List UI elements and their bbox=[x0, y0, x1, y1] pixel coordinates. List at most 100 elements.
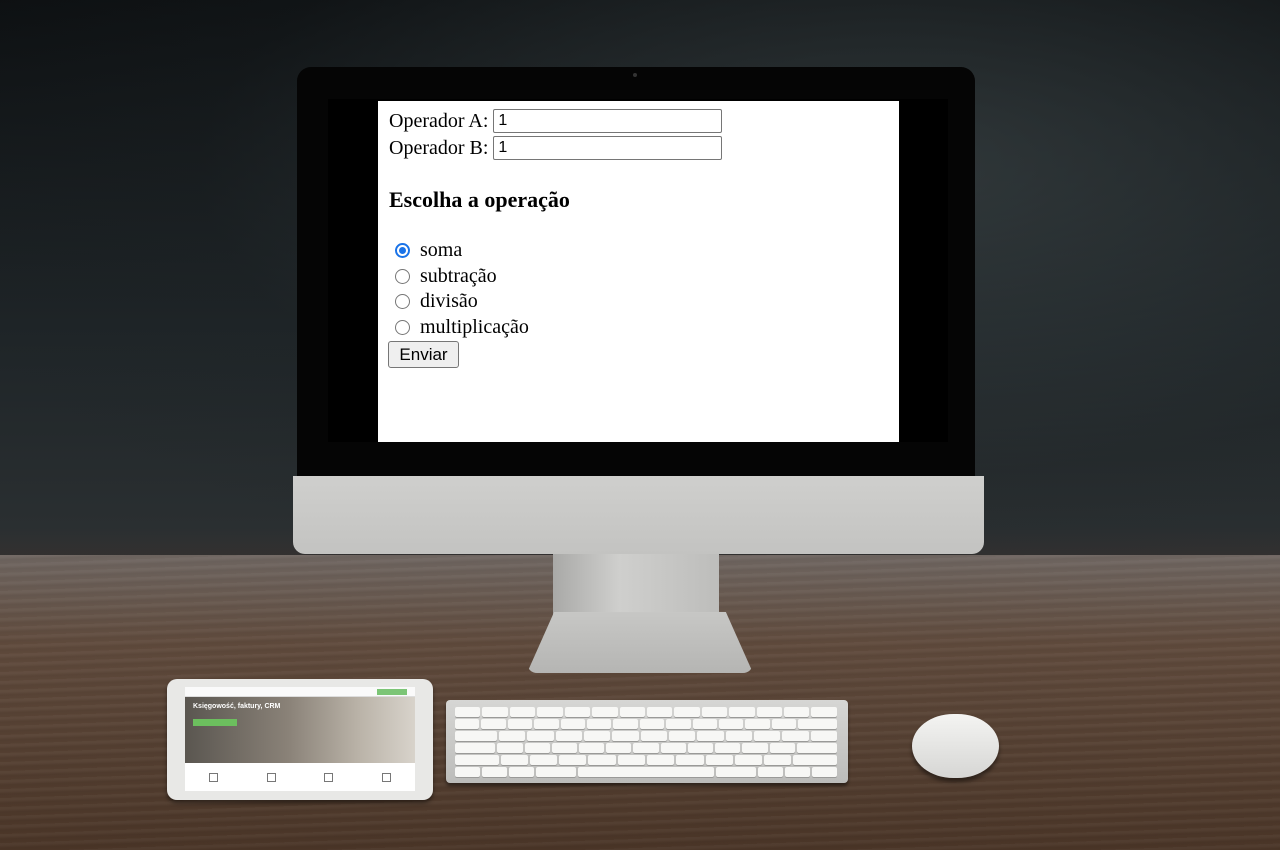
edit-icon bbox=[324, 772, 334, 782]
operand-b-row: Operador B: 1 bbox=[389, 135, 723, 161]
key bbox=[810, 731, 838, 741]
key bbox=[674, 707, 700, 717]
submit-button[interactable]: Enviar bbox=[388, 341, 459, 368]
tablet-hero-title: Księgowość, faktury, CRM bbox=[193, 703, 281, 710]
key bbox=[507, 719, 533, 729]
radio-label-subtracao: subtração bbox=[420, 264, 497, 287]
key bbox=[646, 755, 675, 765]
key bbox=[758, 767, 784, 777]
operation-heading: Escolha a operação bbox=[389, 187, 570, 212]
key bbox=[764, 755, 792, 765]
operand-b-input[interactable]: 1 bbox=[493, 136, 723, 160]
key bbox=[588, 755, 616, 765]
key bbox=[697, 731, 724, 741]
keyboard-row bbox=[455, 755, 839, 765]
keyboard bbox=[446, 700, 848, 783]
key bbox=[455, 707, 481, 717]
key bbox=[769, 743, 795, 753]
key bbox=[455, 755, 499, 765]
radio-multiplicacao[interactable] bbox=[395, 319, 410, 335]
key bbox=[782, 731, 809, 741]
key bbox=[613, 719, 638, 729]
operand-a-input[interactable]: 1 bbox=[493, 109, 723, 133]
tablet-feature-row bbox=[185, 763, 415, 791]
key bbox=[705, 755, 733, 765]
key bbox=[798, 719, 838, 729]
key bbox=[796, 743, 838, 753]
key bbox=[771, 719, 797, 729]
key bbox=[606, 743, 632, 753]
key bbox=[692, 719, 717, 729]
keyboard-row bbox=[455, 767, 839, 777]
tablet-hero-button bbox=[193, 719, 237, 726]
key bbox=[793, 755, 837, 765]
key bbox=[718, 719, 744, 729]
monitor-chin bbox=[293, 476, 984, 554]
key bbox=[481, 719, 506, 729]
key bbox=[734, 755, 763, 765]
key bbox=[527, 731, 554, 741]
key bbox=[481, 767, 507, 777]
keyboard-row bbox=[455, 707, 839, 717]
radio-divisao[interactable] bbox=[395, 293, 410, 309]
radio-option-subtracao[interactable]: subtração bbox=[395, 264, 497, 288]
browser-page: Operador A: 1 Operador B: 1 Escolha a op… bbox=[378, 101, 899, 442]
tablet-nav-bar bbox=[185, 687, 415, 697]
key bbox=[524, 743, 550, 753]
radio-soma[interactable] bbox=[395, 242, 410, 258]
camera-icon bbox=[633, 73, 637, 77]
key bbox=[715, 743, 741, 753]
radio-option-divisao[interactable]: divisão bbox=[395, 289, 478, 313]
people-icon bbox=[381, 772, 391, 782]
key bbox=[640, 731, 668, 741]
key bbox=[535, 767, 576, 777]
key bbox=[633, 743, 659, 753]
key bbox=[701, 707, 728, 717]
key bbox=[500, 755, 528, 765]
keyboard-row bbox=[455, 743, 839, 753]
key bbox=[660, 743, 686, 753]
key bbox=[669, 731, 696, 741]
radio-option-multiplicacao[interactable]: multiplicação bbox=[395, 315, 529, 339]
radio-subtracao[interactable] bbox=[395, 268, 410, 284]
key bbox=[785, 767, 811, 777]
key bbox=[508, 767, 534, 777]
key bbox=[729, 707, 755, 717]
key bbox=[666, 719, 691, 729]
radio-option-soma[interactable]: soma bbox=[395, 238, 462, 262]
key bbox=[482, 707, 508, 717]
monitor-stand-base bbox=[527, 612, 753, 673]
key bbox=[497, 743, 523, 753]
key bbox=[579, 743, 605, 753]
key bbox=[455, 743, 496, 753]
key bbox=[455, 767, 480, 777]
monitor-icon bbox=[209, 772, 219, 782]
keyboard-row bbox=[455, 731, 839, 741]
key bbox=[529, 755, 558, 765]
keyboard-row bbox=[455, 719, 839, 729]
key bbox=[811, 707, 837, 717]
key bbox=[742, 743, 768, 753]
tablet-screen: Księgowość, faktury, CRM bbox=[185, 687, 415, 791]
key bbox=[617, 755, 645, 765]
key bbox=[754, 731, 781, 741]
tablet-nav-button bbox=[377, 689, 407, 695]
radio-label-multiplicacao: multiplicação bbox=[420, 315, 529, 338]
key bbox=[564, 707, 591, 717]
key bbox=[509, 707, 536, 717]
key bbox=[584, 731, 611, 741]
radio-label-divisao: divisão bbox=[420, 289, 478, 312]
key bbox=[646, 707, 673, 717]
key bbox=[784, 707, 810, 717]
mouse bbox=[912, 714, 999, 778]
operand-b-label: Operador B: bbox=[389, 136, 489, 159]
key bbox=[537, 707, 563, 717]
key bbox=[534, 719, 559, 729]
key bbox=[551, 743, 577, 753]
key bbox=[559, 755, 587, 765]
operand-a-row: Operador A: 1 bbox=[389, 108, 723, 134]
key bbox=[687, 743, 714, 753]
key bbox=[619, 707, 645, 717]
key bbox=[560, 719, 585, 729]
tablet-device: Księgowość, faktury, CRM bbox=[167, 679, 433, 800]
